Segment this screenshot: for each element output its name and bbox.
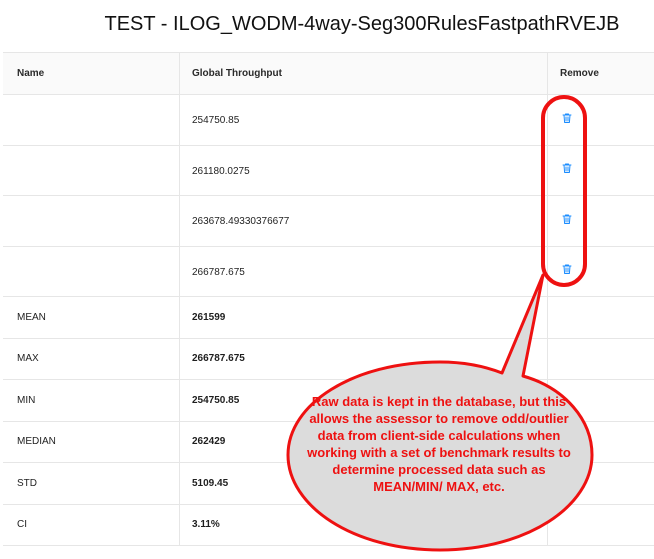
annotation-text: Raw data is kept in the database, but th… [307, 394, 571, 494]
